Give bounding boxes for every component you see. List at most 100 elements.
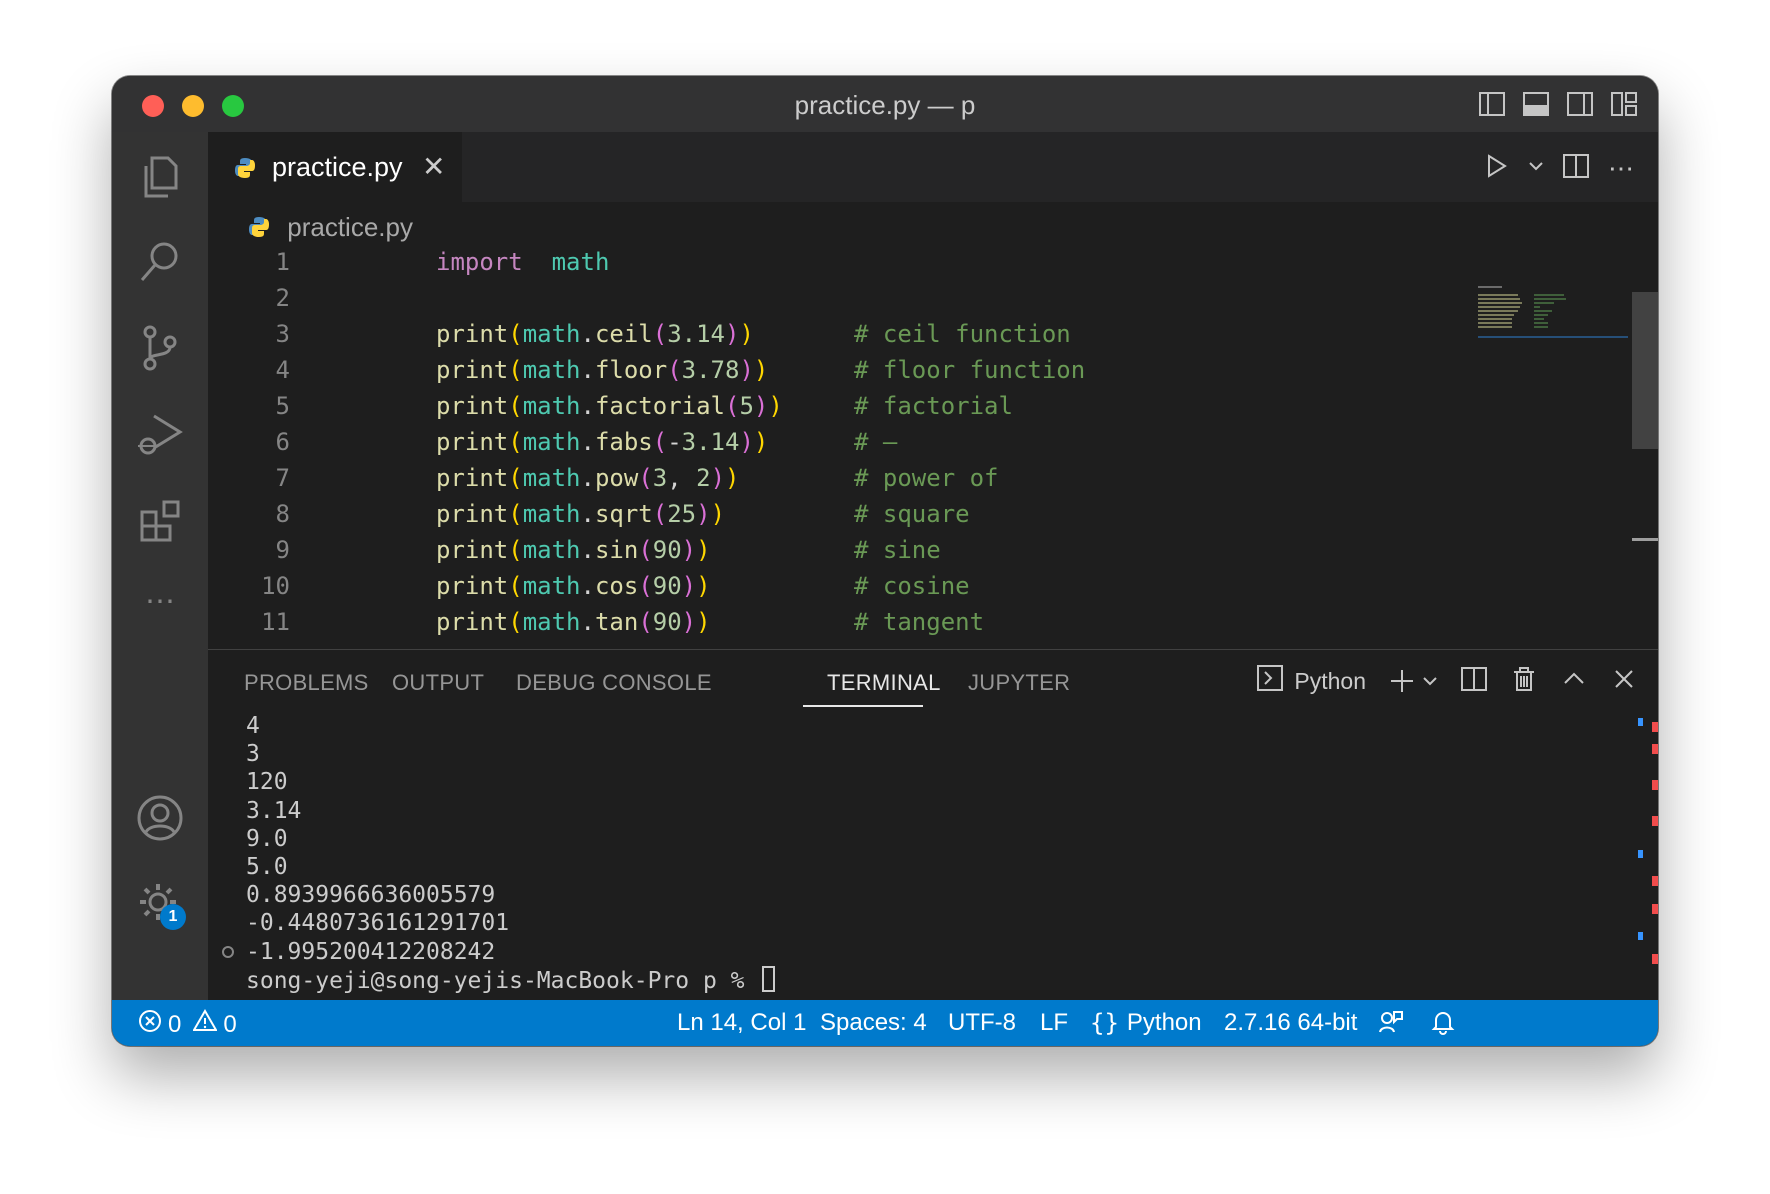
terminal-output[interactable]: 4 3 120 3.14 9.0 5.0 0.8939966636005579 … (246, 712, 776, 994)
more-views-icon[interactable]: ⋯ (134, 582, 186, 634)
code-text: import math (436, 244, 609, 280)
editor-scrollbar[interactable] (1632, 292, 1658, 449)
code-editor[interactable]: 1 import math 2 3 print(math.ceil(3.14)) # ce… (208, 244, 1628, 640)
code-token: ( (508, 464, 523, 492)
extensions-icon[interactable] (134, 494, 186, 546)
code-token: . (580, 500, 595, 528)
explorer-icon[interactable] (134, 150, 186, 202)
terminal-scrollbar[interactable] (1638, 718, 1658, 988)
bell-icon[interactable] (1430, 1009, 1456, 1042)
code-text: print(math.factorial(5)) (436, 388, 783, 424)
code-token: math (522, 428, 581, 456)
code-line[interactable]: 9 print(math.sin(90)) # sine (208, 532, 1628, 568)
end-of-line[interactable]: LF (1040, 1009, 1068, 1037)
tab-output[interactable]: OUTPUT (392, 670, 484, 696)
code-token: . (580, 428, 595, 456)
code-comment: # cosine (854, 572, 970, 600)
tab-terminal[interactable]: TERMINAL (827, 670, 941, 696)
minimap[interactable] (1478, 286, 1628, 346)
python-icon (234, 157, 256, 184)
code-token: ( (667, 356, 682, 384)
language-mode[interactable]: {} Python (1090, 1009, 1202, 1037)
maximize-panel-icon[interactable] (1560, 665, 1588, 698)
problems-status[interactable]: 0 0 (138, 1009, 237, 1040)
source-control-icon[interactable] (134, 322, 186, 374)
tab-bar: practice.py ✕ ⋯ (208, 132, 1658, 203)
code-token: sqrt (594, 500, 653, 528)
code-token: ) (710, 464, 726, 492)
run-and-debug-icon[interactable] (134, 408, 186, 460)
new-terminal-icon[interactable] (1388, 667, 1438, 695)
code-token: print (436, 500, 509, 528)
chevron-down-icon[interactable] (1528, 158, 1544, 179)
code-line[interactable]: 10 print(math.cos(90)) # cosine (208, 568, 1628, 604)
close-icon[interactable]: ✕ (422, 153, 445, 181)
language-label: Python (1126, 1009, 1202, 1036)
terminal-line: 3.14 (246, 797, 302, 824)
close-panel-icon[interactable] (1610, 665, 1638, 698)
code-token: 2 (696, 464, 711, 492)
split-editor-icon[interactable] (1562, 152, 1590, 185)
toggle-primary-sidebar-icon[interactable] (1478, 90, 1506, 118)
code-text: print(math.fabs(-3.14)) (436, 424, 768, 460)
tab-jupyter[interactable]: JUPYTER (968, 670, 1070, 696)
terminal-profile[interactable]: Python (1256, 664, 1366, 698)
breadcrumb[interactable]: practice.py (248, 212, 413, 243)
more-actions-icon[interactable]: ⋯ (1608, 153, 1634, 184)
tab-practice-py[interactable]: practice.py ✕ (208, 132, 462, 203)
code-token: ) (725, 464, 740, 492)
code-line[interactable]: 1 import math (208, 244, 1628, 280)
python-interpreter[interactable]: 2.7.16 64-bit (1224, 1009, 1357, 1037)
code-token: ( (508, 320, 523, 348)
code-line[interactable]: 8 print(math.sqrt(25)) # square (208, 496, 1628, 532)
line-number: 6 (275, 428, 290, 456)
code-token: ) (696, 536, 711, 564)
code-token: ( (638, 608, 653, 636)
code-token: ) (725, 320, 740, 348)
tab-debug-console[interactable]: DEBUG CONSOLE (516, 670, 712, 696)
code-token: math (551, 248, 610, 276)
code-line[interactable]: 3 print(math.ceil(3.14)) # ceil function (208, 316, 1628, 352)
accounts-icon[interactable] (134, 792, 186, 844)
tab-problems[interactable]: PROBLEMS (244, 670, 369, 696)
feedback-icon[interactable] (1378, 1009, 1404, 1042)
code-line[interactable]: 6 print(math.fabs(-3.14)) # – (208, 424, 1628, 460)
code-token: ) (681, 608, 697, 636)
encoding[interactable]: UTF-8 (948, 1009, 1016, 1037)
cursor-position[interactable]: Ln 14, Col 1 (677, 1009, 806, 1037)
code-token: ( (508, 356, 523, 384)
code-token: ) (739, 428, 754, 456)
code-line[interactable]: 4 print(math.floor(3.78)) # floor function (208, 352, 1628, 388)
code-token: ) (753, 428, 769, 456)
terminal-profile-label: Python (1294, 667, 1366, 694)
line-number: 3 (275, 320, 290, 348)
customize-layout-icon[interactable] (1610, 90, 1638, 118)
warning-count: 0 (223, 1010, 237, 1038)
command-decoration-icon[interactable] (222, 946, 234, 958)
manage-gear-icon[interactable]: 1 (134, 878, 186, 930)
braces-icon: {} (1090, 1009, 1119, 1037)
code-token: ( (508, 608, 523, 636)
code-token: ( (652, 500, 668, 528)
toggle-panel-icon[interactable] (1522, 90, 1550, 118)
terminal-line: 3 (246, 741, 260, 768)
code-token: 5 (739, 392, 754, 420)
trash-icon[interactable] (1510, 665, 1538, 698)
code-token: ) (739, 320, 754, 348)
notification-badge: 1 (160, 904, 186, 930)
run-python-file-icon[interactable] (1482, 152, 1510, 185)
toggle-secondary-sidebar-icon[interactable] (1566, 90, 1594, 118)
code-token: tan (594, 608, 639, 636)
code-token: 3.14 (681, 428, 740, 456)
code-line[interactable]: 7 print(math.pow(3, 2)) # power of (208, 460, 1628, 496)
line-number: 11 (261, 608, 290, 636)
code-line[interactable]: 5 print(math.factorial(5)) # factorial (208, 388, 1628, 424)
indentation[interactable]: Spaces: 4 (820, 1009, 927, 1037)
line-number: 9 (275, 536, 290, 564)
split-terminal-icon[interactable] (1460, 665, 1488, 698)
code-token: . (580, 320, 595, 348)
search-icon[interactable] (134, 236, 186, 288)
code-line[interactable]: 2 (208, 280, 1628, 316)
code-comment: # ceil function (854, 320, 1071, 348)
code-line[interactable]: 11 print(math.tan(90)) # tangent (208, 604, 1628, 640)
